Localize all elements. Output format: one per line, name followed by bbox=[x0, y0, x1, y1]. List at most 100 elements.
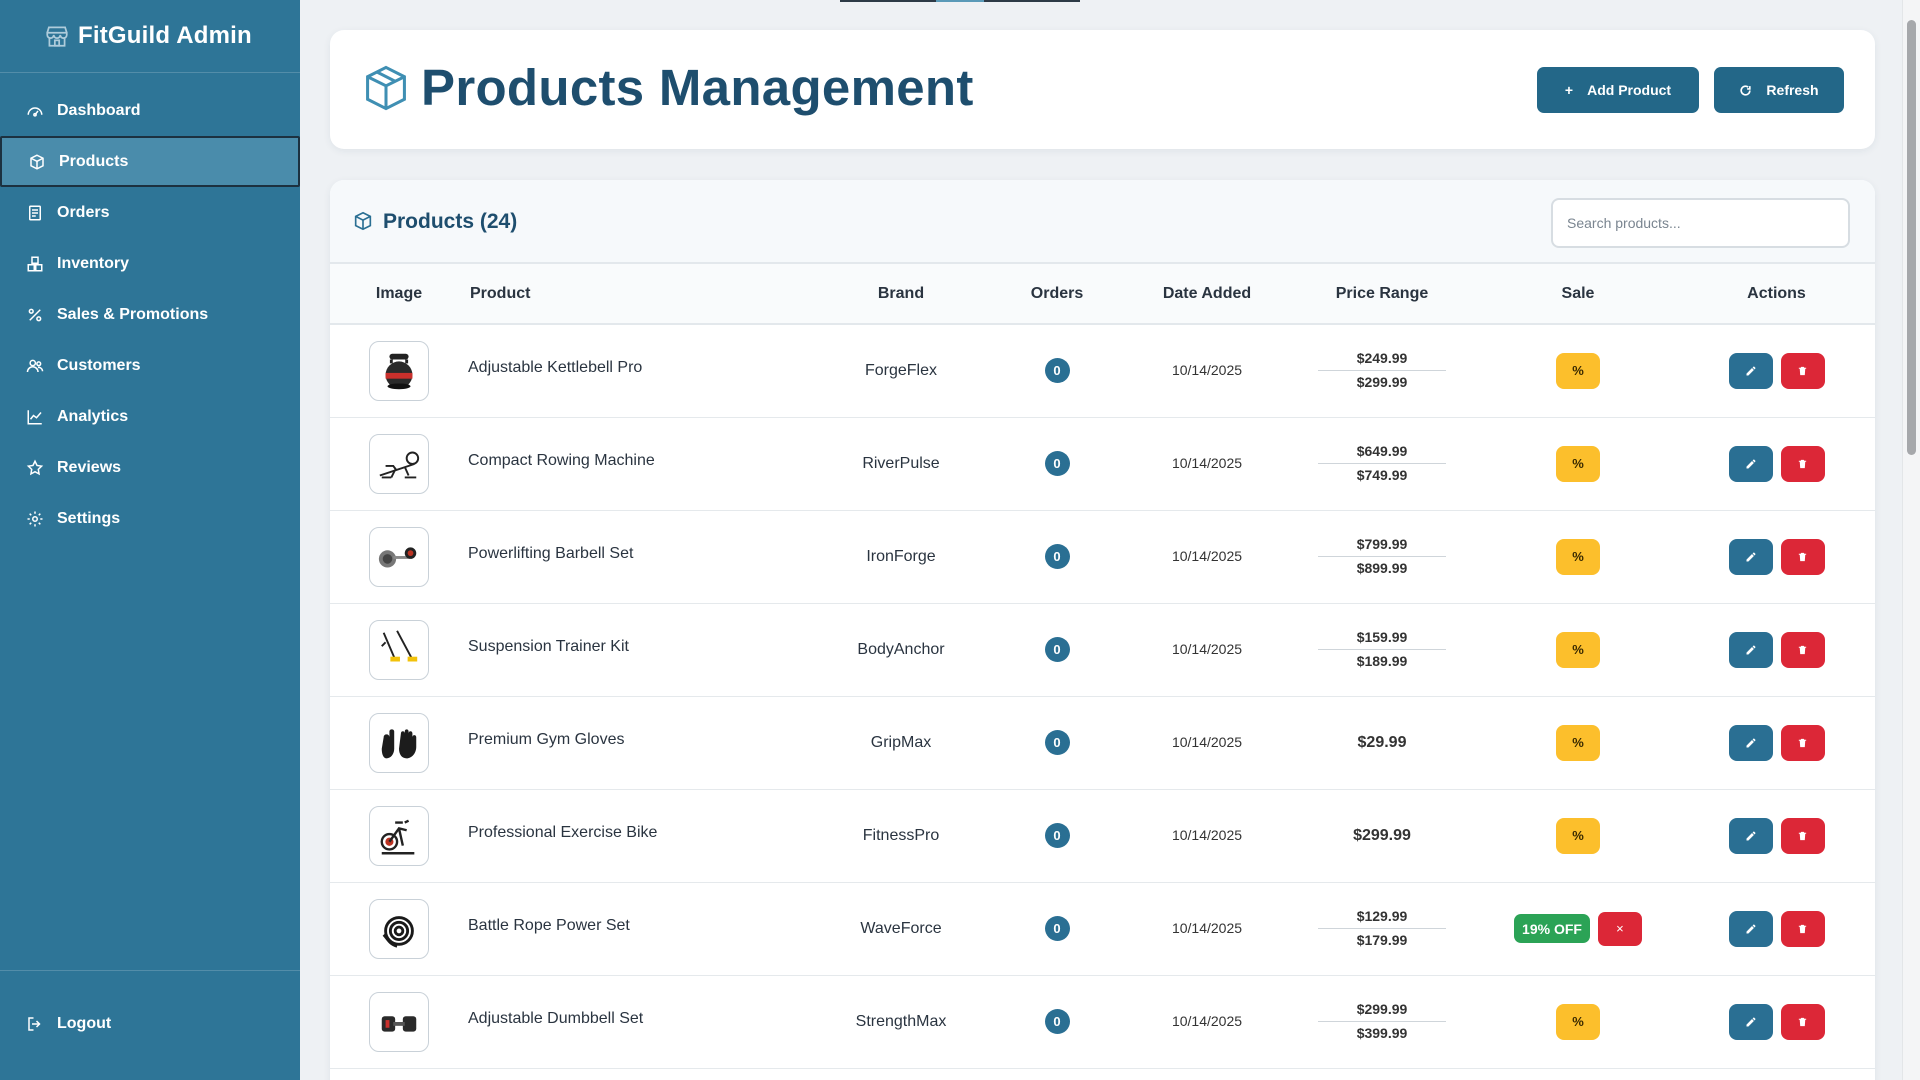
sidebar-item-settings[interactable]: Settings bbox=[0, 493, 300, 544]
sidebar-item-inventory[interactable]: Inventory bbox=[0, 238, 300, 289]
sidebar-item-analytics[interactable]: Analytics bbox=[0, 391, 300, 442]
product-name: Powerlifting Barbell Set bbox=[468, 544, 634, 562]
delete-button[interactable] bbox=[1780, 352, 1825, 389]
sidebar-footer: Logout bbox=[0, 970, 300, 1080]
percent-icon: % bbox=[1572, 456, 1584, 471]
sidebar-item-products[interactable]: Products bbox=[0, 136, 300, 187]
price-low: $249.99 bbox=[1318, 348, 1446, 372]
orders-count-badge: 0 bbox=[1044, 823, 1070, 848]
sidebar-item-dashboard[interactable]: Dashboard bbox=[0, 85, 300, 136]
delete-button[interactable] bbox=[1780, 910, 1825, 947]
delete-button[interactable] bbox=[1780, 817, 1825, 854]
page-header: Products Management + Add Product Refres… bbox=[330, 30, 1875, 149]
product-brand: IronForge bbox=[866, 547, 936, 565]
sidebar-item-label: Products bbox=[59, 152, 129, 170]
add-sale-button[interactable]: % bbox=[1556, 445, 1600, 482]
pencil-icon bbox=[1746, 459, 1755, 468]
product-name: Professional Exercise Bike bbox=[468, 823, 658, 841]
exercise-bike-image[interactable] bbox=[369, 805, 429, 866]
orders-count-badge: 0 bbox=[1044, 451, 1070, 476]
delete-button[interactable] bbox=[1780, 1003, 1825, 1040]
edit-button[interactable] bbox=[1728, 724, 1773, 761]
edit-button[interactable] bbox=[1728, 817, 1773, 854]
sidebar-item-label: Settings bbox=[57, 509, 121, 527]
row-actions bbox=[1728, 1003, 1825, 1040]
sidebar-item-label: Dashboard bbox=[57, 101, 141, 119]
add-sale-button[interactable]: % bbox=[1556, 817, 1600, 854]
remove-sale-button[interactable]: × bbox=[1597, 911, 1642, 946]
price-high: $399.99 bbox=[1356, 1025, 1408, 1041]
pencil-icon bbox=[1746, 1017, 1755, 1026]
price-low: $159.99 bbox=[1318, 627, 1446, 650]
dumbbell-image[interactable] bbox=[369, 991, 429, 1052]
edit-button[interactable] bbox=[1728, 445, 1773, 482]
table-row: Adjustable Dumbbell Set StrengthMax 0 10… bbox=[330, 975, 1875, 1069]
sidebar-item-sales-promotions[interactable]: Sales & Promotions bbox=[0, 289, 300, 340]
logout-button[interactable]: Logout bbox=[0, 998, 300, 1049]
orders-count-badge: 0 bbox=[1044, 730, 1070, 755]
col-sale[interactable]: Sale bbox=[1478, 264, 1678, 325]
products-table: Image Product Brand Orders Date Added Pr… bbox=[330, 264, 1875, 1069]
scrollbar-thumb[interactable] bbox=[1907, 20, 1916, 455]
add-sale-button[interactable]: % bbox=[1556, 631, 1600, 668]
percent-icon: % bbox=[1572, 363, 1584, 379]
price: $29.99 bbox=[1357, 733, 1407, 751]
close-icon: × bbox=[1616, 921, 1624, 936]
col-price-range[interactable]: Price Range bbox=[1286, 264, 1478, 325]
page-scrollbar[interactable] bbox=[1902, 0, 1920, 1080]
delete-button[interactable] bbox=[1780, 724, 1825, 761]
pencil-icon bbox=[1746, 645, 1755, 654]
price-low: $649.99 bbox=[1318, 441, 1446, 464]
delete-button[interactable] bbox=[1780, 445, 1825, 482]
add-sale-button[interactable]: % bbox=[1556, 538, 1600, 575]
add-product-button[interactable]: + Add Product bbox=[1537, 67, 1699, 113]
delete-button[interactable] bbox=[1780, 631, 1825, 668]
trash-icon bbox=[1798, 645, 1807, 654]
rowing-machine-image[interactable] bbox=[369, 433, 429, 494]
suspension-trainer-image[interactable] bbox=[369, 619, 429, 680]
receipt-icon bbox=[29, 205, 41, 220]
col-orders[interactable]: Orders bbox=[986, 264, 1128, 325]
add-sale-button[interactable]: % bbox=[1556, 352, 1600, 389]
col-brand[interactable]: Brand bbox=[816, 264, 986, 325]
refresh-icon bbox=[1740, 84, 1752, 96]
sidebar-item-orders[interactable]: Orders bbox=[0, 187, 300, 238]
price-high: $179.99 bbox=[1356, 932, 1408, 948]
battle-rope-image[interactable] bbox=[369, 898, 429, 959]
gloves-image[interactable] bbox=[369, 712, 429, 773]
trash-icon bbox=[1798, 924, 1807, 933]
sidebar: FitGuild Admin Dashboard Products Orders… bbox=[0, 0, 300, 1080]
refresh-button[interactable]: Refresh bbox=[1714, 67, 1844, 113]
sidebar-item-label: Reviews bbox=[57, 458, 122, 476]
add-sale-button[interactable]: % bbox=[1556, 724, 1600, 761]
product-brand: FitnessPro bbox=[862, 826, 940, 844]
pencil-icon bbox=[1746, 366, 1755, 376]
sidebar-item-reviews[interactable]: Reviews bbox=[0, 442, 300, 493]
sidebar-item-customers[interactable]: Customers bbox=[0, 340, 300, 391]
price-range: $799.99 $899.99 bbox=[1318, 534, 1446, 579]
brand[interactable]: FitGuild Admin bbox=[0, 0, 300, 73]
search-input[interactable] bbox=[1551, 198, 1850, 248]
edit-button[interactable] bbox=[1728, 352, 1773, 389]
edit-button[interactable] bbox=[1728, 538, 1773, 575]
col-product[interactable]: Product bbox=[468, 264, 816, 325]
trash-icon bbox=[1798, 552, 1807, 561]
price-high: $749.99 bbox=[1356, 467, 1408, 483]
col-date-added[interactable]: Date Added bbox=[1128, 264, 1286, 325]
table-row: Premium Gym Gloves GripMax 0 10/14/2025 … bbox=[330, 696, 1875, 790]
barbell-image[interactable] bbox=[369, 526, 429, 587]
row-actions bbox=[1728, 631, 1825, 668]
page-title: Products Management bbox=[421, 59, 974, 116]
date-added: 10/14/2025 bbox=[1171, 640, 1243, 657]
row-actions bbox=[1728, 445, 1825, 482]
col-actions[interactable]: Actions bbox=[1678, 264, 1875, 325]
price-high: $189.99 bbox=[1356, 653, 1408, 669]
col-image[interactable]: Image bbox=[330, 264, 468, 325]
add-sale-button[interactable]: % bbox=[1556, 1003, 1600, 1040]
edit-button[interactable] bbox=[1728, 910, 1773, 947]
kettlebell-image[interactable] bbox=[369, 340, 429, 401]
edit-button[interactable] bbox=[1728, 1003, 1773, 1040]
price-range: $159.99 $189.99 bbox=[1318, 627, 1446, 672]
delete-button[interactable] bbox=[1780, 538, 1825, 575]
edit-button[interactable] bbox=[1728, 631, 1773, 668]
